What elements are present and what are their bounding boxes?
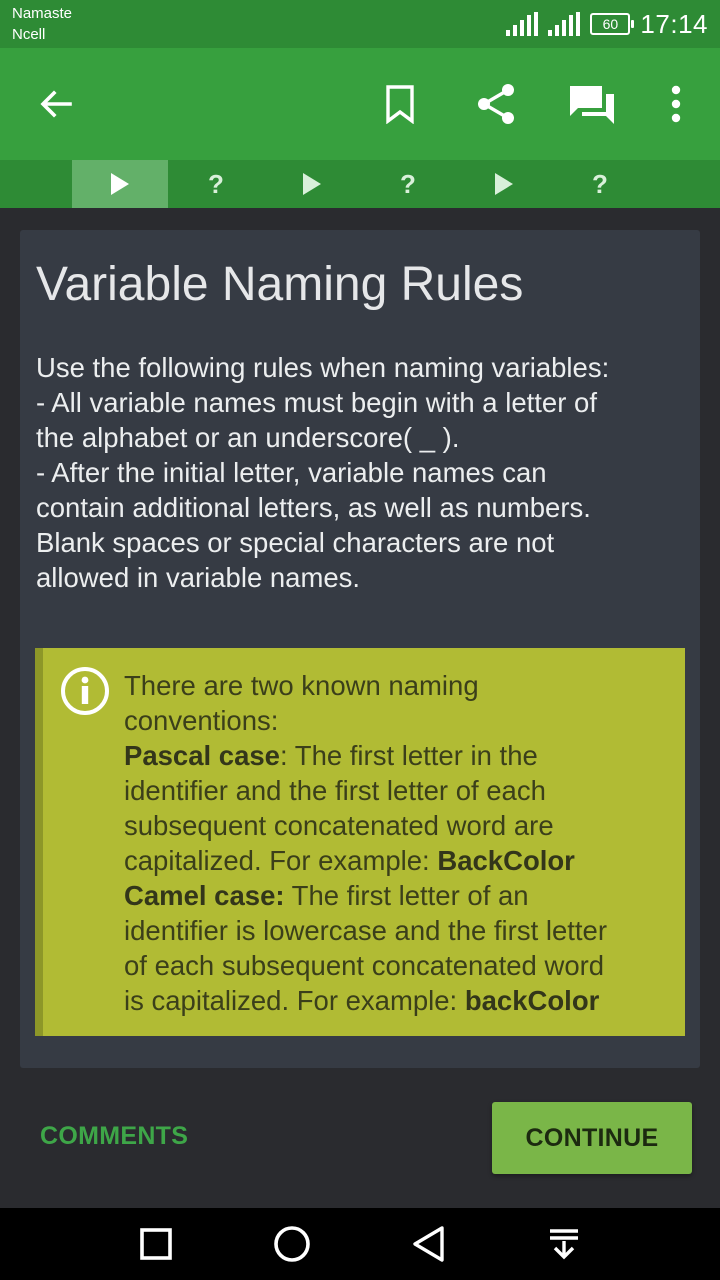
note-fragment: : The first letter in the	[279, 740, 538, 771]
note-line: identifier is lowercase and the first le…	[124, 915, 607, 946]
bookmark-icon[interactable]	[372, 76, 428, 132]
signal-2-icon	[548, 12, 581, 36]
recents-square-icon[interactable]	[134, 1222, 178, 1266]
lesson-line: Use the following rules when naming vari…	[36, 352, 610, 383]
note-fragment: is capitalized. For example:	[124, 985, 465, 1016]
tab-quiz-label: ?	[400, 168, 416, 199]
carrier-info: Namaste Ncell	[12, 4, 72, 46]
tab-lesson-2[interactable]	[264, 160, 360, 208]
pascal-case-label: Pascal case	[124, 740, 280, 771]
status-bar: Namaste Ncell 60 17:14	[0, 0, 720, 48]
share-icon[interactable]	[468, 76, 524, 132]
comments-icon[interactable]	[564, 76, 620, 132]
play-icon	[111, 173, 129, 195]
carrier-name-2: Ncell	[12, 26, 46, 43]
note-text: There are two known naming conventions: …	[124, 668, 684, 1018]
info-note: There are two known naming conventions: …	[35, 648, 685, 1036]
note-line: is capitalized. For example: backColor	[124, 983, 684, 1018]
signal-1-icon	[506, 12, 539, 36]
lesson-line: allowed in variable names.	[36, 562, 361, 593]
lesson-title: Variable Naming Rules	[36, 258, 524, 311]
note-line: Pascal case: The first letter in the	[124, 738, 684, 773]
lesson-body: Use the following rules when naming vari…	[36, 350, 686, 595]
lesson-line: the alphabet or an underscore( _ ).	[36, 422, 460, 453]
tab-quiz-label: ?	[592, 168, 608, 199]
tab-quiz-3[interactable]: ?	[552, 160, 648, 208]
lesson-line: Blank spaces or special characters are n…	[36, 527, 555, 558]
lesson-line: - All variable names must begin with a l…	[36, 387, 597, 418]
system-nav-bar	[0, 1208, 720, 1280]
notification-pulldown-icon[interactable]	[542, 1222, 586, 1266]
carrier-name-1: Namaste	[12, 5, 73, 22]
clock: 17:14	[640, 8, 708, 39]
note-fragment: capitalized. For example:	[124, 845, 438, 876]
camel-case-label: Camel case:	[124, 880, 285, 911]
tab-lesson-1[interactable]	[72, 160, 168, 208]
play-icon	[303, 173, 321, 195]
battery-icon: 60	[590, 13, 635, 35]
note-line: conventions:	[124, 705, 279, 736]
app-bar	[0, 48, 720, 160]
note-fragment: The first letter of an	[284, 880, 529, 911]
note-line: Camel case: The first letter of an	[124, 878, 684, 913]
home-circle-icon[interactable]	[270, 1222, 314, 1266]
lesson-card: Variable Naming Rules Use the following …	[20, 230, 700, 1068]
lesson-line: - After the initial letter, variable nam…	[36, 457, 547, 488]
more-vert-icon[interactable]	[648, 76, 704, 132]
note-line: identifier and the first letter of each	[124, 775, 546, 806]
play-icon	[495, 173, 513, 195]
tab-quiz-1[interactable]: ?	[168, 160, 264, 208]
note-line: of each subsequent concatenated word	[124, 950, 605, 981]
comments-button[interactable]: COMMENTS	[40, 1122, 188, 1151]
back-triangle-icon[interactable]	[406, 1222, 450, 1266]
info-icon	[61, 667, 109, 715]
lesson-line: contain additional letters, as well as n…	[36, 492, 591, 523]
back-arrow-icon[interactable]	[28, 76, 84, 132]
tab-quiz-2[interactable]: ?	[360, 160, 456, 208]
note-line: subsequent concatenated word are	[124, 810, 554, 841]
note-line: capitalized. For example: BackColor	[124, 843, 684, 878]
status-indicators: 60 17:14	[506, 6, 708, 42]
lesson-tabs: ? ? ?	[0, 160, 720, 208]
tab-quiz-label: ?	[208, 168, 224, 199]
tab-lesson-3[interactable]	[456, 160, 552, 208]
note-line: There are two known naming	[124, 670, 479, 701]
app-screen: Namaste Ncell 60 17:14 ? ? ? Variable Na…	[0, 0, 720, 1280]
continue-button[interactable]: CONTINUE	[492, 1102, 692, 1174]
camel-example: backColor	[464, 985, 600, 1016]
pascal-example: BackColor	[437, 845, 575, 876]
